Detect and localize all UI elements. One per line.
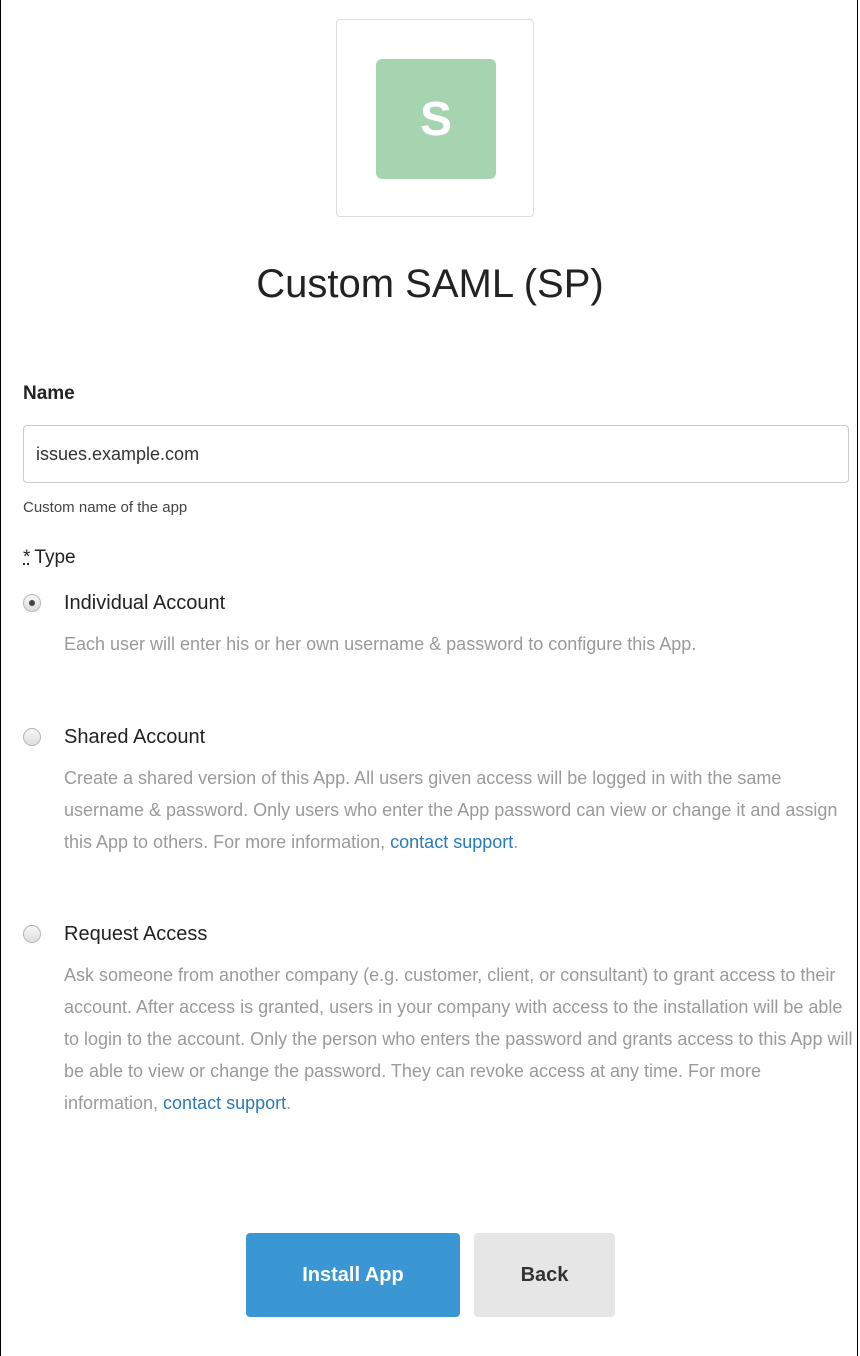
required-marker: * <box>23 547 31 568</box>
option-description: Create a shared version of this App. All… <box>64 762 854 858</box>
option-title: Individual Account <box>64 592 226 614</box>
name-input[interactable] <box>23 425 849 483</box>
contact-support-link[interactable]: contact support <box>390 832 513 852</box>
app-logo-letter: S <box>419 92 452 146</box>
contact-support-link[interactable]: contact support <box>163 1093 286 1113</box>
back-button[interactable]: Back <box>474 1233 615 1317</box>
app-logo: S <box>376 59 496 179</box>
app-logo-card: S <box>336 19 534 217</box>
option-description-suffix: . <box>513 832 519 852</box>
type-label: * Type <box>23 547 76 569</box>
option-title: Shared Account <box>64 726 206 748</box>
radio-request-access[interactable] <box>23 925 41 943</box>
option-description-text: Ask someone from another company (e.g. c… <box>64 965 853 1113</box>
option-description: Each user will enter his or her own user… <box>64 628 854 660</box>
option-description: Ask someone from another company (e.g. c… <box>64 959 854 1119</box>
name-label: Name <box>23 383 75 404</box>
radio-individual-account[interactable] <box>23 594 41 612</box>
install-app-button[interactable]: Install App <box>246 1233 460 1317</box>
option-description-text: Each user will enter his or her own user… <box>64 634 697 654</box>
radio-shared-account[interactable] <box>23 728 41 746</box>
type-label-text: Type <box>34 547 76 568</box>
option-description-suffix: . <box>286 1093 292 1113</box>
name-help-text: Custom name of the app <box>23 499 188 516</box>
page-title: Custom SAML (SP) <box>256 262 604 306</box>
page-frame: S Custom SAML (SP) Name Custom name of t… <box>0 0 858 1356</box>
option-title: Request Access <box>64 923 208 945</box>
